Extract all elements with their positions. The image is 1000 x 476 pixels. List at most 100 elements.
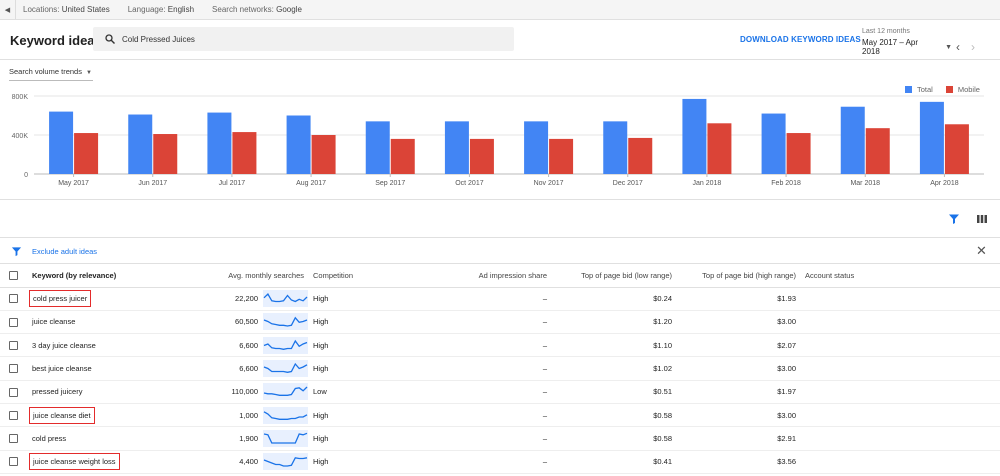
column-header-ad-impression-share[interactable]: Ad impression share: [374, 264, 550, 288]
trend-sparkline: [263, 406, 308, 424]
row-checkbox[interactable]: [9, 410, 18, 420]
date-range-picker[interactable]: Last 12 months May 2017 – Apr 2018 ▼: [862, 28, 952, 56]
sparkline-background: [263, 383, 308, 401]
bar-mobile: [153, 134, 178, 174]
back-icon[interactable]: ◀: [0, 0, 16, 19]
table-row[interactable]: 3 day juice cleanse 6,600 High – $1.10 $2.07: [0, 333, 1000, 358]
ad-impression-share: –: [374, 333, 550, 358]
filter-icon: [11, 247, 22, 257]
search-volume-trends-dropdown[interactable]: Search volume trends ▼: [9, 67, 93, 81]
bid-high: $3.00: [674, 310, 798, 335]
competition: Low: [308, 380, 374, 404]
date-range-label: Last 12 months: [862, 28, 910, 35]
trend-sparkline: [263, 336, 308, 354]
ad-impression-share: –: [374, 380, 550, 404]
x-tick-label: Feb 2018: [771, 180, 801, 187]
select-all-checkbox[interactable]: [9, 271, 18, 280]
row-checkbox[interactable]: [9, 341, 18, 350]
competition: High: [308, 310, 374, 335]
avg-monthly-searches: 1,900: [239, 433, 258, 443]
y-tick-label: 400K: [12, 133, 29, 140]
ad-impression-share: –: [374, 356, 550, 381]
bid-high: $2.07: [674, 333, 798, 358]
table-row[interactable]: juice cleanse 60,500 High – $1.20 $3.00: [0, 310, 1000, 335]
competition: High: [308, 333, 374, 358]
bar-total: [207, 112, 232, 174]
competition: High: [308, 426, 374, 451]
network-filter[interactable]: Search networks: Google: [212, 5, 302, 14]
search-icon: [105, 34, 115, 44]
column-header-competition[interactable]: Competition: [308, 264, 374, 288]
bar-mobile: [786, 133, 811, 174]
keyword-text: best juice cleanse: [32, 364, 92, 374]
avg-monthly-searches: 22,200: [235, 294, 258, 304]
account-status: [798, 356, 1000, 381]
bid-low: $0.41: [550, 450, 674, 474]
ad-impression-share: –: [374, 450, 550, 474]
x-tick-label: Nov 2017: [534, 180, 564, 187]
bid-low: $0.58: [550, 426, 674, 451]
keyword-text: pressed juicery: [32, 387, 83, 397]
bid-low: $1.10: [550, 333, 674, 358]
filter-icon[interactable]: [948, 213, 960, 225]
table-row[interactable]: cold press 1,900 High – $0.58 $2.91: [0, 426, 1000, 451]
table-row[interactable]: juice cleanse diet 1,000 High – $0.58 $3.00: [0, 403, 1000, 428]
avg-monthly-searches: 6,600: [239, 364, 258, 374]
trend-sparkline: [263, 429, 308, 447]
close-icon[interactable]: ✕: [976, 243, 987, 259]
column-header-keyword[interactable]: Keyword (by relevance): [27, 264, 162, 288]
bar-mobile: [74, 133, 99, 174]
ad-impression-share: –: [374, 403, 550, 428]
row-checkbox[interactable]: [9, 434, 18, 444]
row-checkbox[interactable]: [9, 317, 18, 327]
search-volume-bar-chart: 0 400K 800K May 2017 Jun 2017 Jul 2017 Aug 201…: [12, 94, 984, 187]
account-status: [798, 333, 1000, 358]
ad-impression-share: –: [374, 310, 550, 335]
column-header-avg-monthly-searches[interactable]: Avg. monthly searches: [162, 264, 308, 288]
exclude-adult-ideas-filter[interactable]: Exclude adult ideas: [32, 247, 97, 256]
bar-mobile: [944, 124, 969, 174]
search-input[interactable]: Cold Pressed Juices: [93, 27, 514, 51]
trend-sparkline: [263, 360, 308, 378]
bid-high: $3.56: [674, 450, 798, 474]
targeting-bar: ◀ Locations: United States Language: Eng…: [0, 0, 1000, 20]
table-row[interactable]: juice cleanse weight loss 4,400 High – $0.41…: [0, 450, 1000, 474]
column-header-bid-low[interactable]: Top of page bid (low range): [550, 264, 674, 288]
bid-high: $3.00: [674, 403, 798, 428]
row-checkbox[interactable]: [9, 364, 18, 374]
bar-total: [444, 121, 469, 174]
row-checkbox[interactable]: [9, 294, 18, 304]
row-checkbox[interactable]: [9, 457, 18, 467]
bid-high: $1.97: [674, 380, 798, 404]
table-row[interactable]: pressed juicery 110,000 Low – $0.51 $1.97: [0, 380, 1000, 404]
account-status: [798, 403, 1000, 428]
bar-total: [761, 113, 786, 174]
account-status: [798, 310, 1000, 335]
table-row[interactable]: best juice cleanse 6,600 High – $1.02 $3.00: [0, 356, 1000, 381]
keyword-text: juice cleanse: [32, 317, 76, 327]
ad-impression-share: –: [374, 287, 550, 311]
columns-icon[interactable]: [976, 213, 988, 225]
y-tick-label: 0: [24, 172, 28, 179]
chevron-right-icon[interactable]: ›: [971, 40, 975, 54]
column-header-account-status[interactable]: Account status: [798, 264, 1000, 288]
keyword-text: juice cleanse diet: [29, 406, 95, 424]
sparkline-background: [263, 360, 308, 378]
y-tick-label: 800K: [12, 94, 29, 101]
bar-total: [603, 121, 628, 174]
account-status: [798, 450, 1000, 474]
chevron-left-icon[interactable]: ‹: [956, 40, 960, 54]
keyword-ideas-table: Keyword (by relevance) Avg. monthly sear…: [0, 264, 1000, 474]
avg-monthly-searches: 4,400: [239, 457, 258, 467]
download-keyword-ideas-button[interactable]: DOWNLOAD KEYWORD IDEAS: [740, 35, 861, 44]
keyword-text: cold press: [32, 433, 67, 443]
bar-mobile: [865, 128, 890, 174]
table-row[interactable]: cold press juicer 22,200 High – $0.24 $1.93: [0, 287, 1000, 311]
account-status: [798, 380, 1000, 404]
trend-sparkline: [263, 290, 308, 308]
x-tick-label: Apr 2018: [930, 180, 959, 187]
column-header-bid-high[interactable]: Top of page bid (high range): [674, 264, 798, 288]
row-checkbox[interactable]: [9, 387, 18, 397]
language-filter[interactable]: Language: English: [128, 5, 194, 14]
location-filter[interactable]: Locations: United States: [23, 5, 110, 14]
